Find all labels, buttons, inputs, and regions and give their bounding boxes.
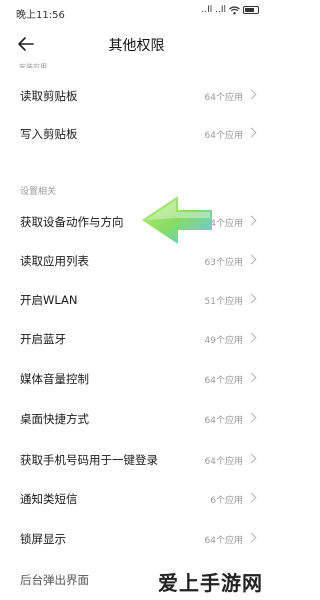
page-title: 其他权限 bbox=[108, 38, 165, 54]
list-item-lockscreen-display[interactable]: 锁屏显示 64个应用 bbox=[0, 520, 273, 558]
list-item-label: 获取手机号码用于一键登录 bbox=[20, 453, 158, 467]
signal-icon: ..Il ..Il bbox=[201, 5, 226, 15]
chevron-right-icon bbox=[246, 532, 257, 543]
list-item-count: 64个应用 bbox=[204, 536, 243, 546]
list-item-label: 开启蓝牙 bbox=[20, 332, 66, 346]
wifi-icon bbox=[229, 5, 240, 14]
list-item-notification-sms[interactable]: 通知类短信 6个应用 bbox=[0, 480, 273, 518]
list-item-label: 读取应用列表 bbox=[20, 254, 89, 268]
list-item-phone-number-login[interactable]: 获取手机号码用于一键登录 64个应用 bbox=[0, 441, 273, 479]
chevron-right-icon bbox=[246, 492, 257, 503]
status-time: 晚上11:56 bbox=[16, 10, 65, 21]
list-item-label: 写入剪贴板 bbox=[20, 127, 78, 141]
list-item-count: 64个应用 bbox=[204, 416, 243, 426]
chevron-right-icon bbox=[246, 89, 257, 100]
list-item-label: 通知类短信 bbox=[20, 492, 78, 506]
chevron-right-icon bbox=[246, 127, 257, 138]
chevron-right-icon bbox=[246, 412, 257, 423]
chevron-right-icon bbox=[246, 453, 257, 464]
list-item-label: 锁屏显示 bbox=[20, 532, 66, 546]
header: 其他权限 bbox=[0, 30, 273, 58]
list-item-device-motion[interactable]: 获取设备动作与方向 4个应用 bbox=[0, 203, 273, 241]
partial-row-label: 安装应用 bbox=[19, 63, 47, 68]
list-item-label: 读取剪贴板 bbox=[20, 89, 78, 103]
list-item-background-popup[interactable]: 后台弹出界面 bbox=[20, 572, 89, 588]
list-item-enable-wlan[interactable]: 开启WLAN 51个应用 bbox=[0, 281, 273, 319]
watermark-logo: 爱上手游网 bbox=[158, 571, 263, 595]
list-item-label: 媒体音量控制 bbox=[20, 372, 89, 386]
list-item-read-app-list[interactable]: 读取应用列表 63个应用 bbox=[0, 242, 273, 280]
section-label: 设置相关 bbox=[20, 187, 57, 197]
list-item-media-volume[interactable]: 媒体音量控制 64个应用 bbox=[0, 360, 273, 398]
status-icons: ..Il ..Il bbox=[201, 5, 259, 15]
list-item-count: 64个应用 bbox=[204, 131, 243, 141]
list-item-desktop-shortcut[interactable]: 桌面快捷方式 64个应用 bbox=[0, 400, 273, 438]
status-bar: 晚上11:56 ..Il ..Il bbox=[0, 0, 273, 22]
list-item-count: 63个应用 bbox=[204, 258, 243, 268]
list-item-write-clipboard[interactable]: 写入剪贴板 64个应用 bbox=[0, 115, 273, 153]
list-item-count: 64个应用 bbox=[204, 93, 243, 103]
chevron-right-icon bbox=[246, 372, 257, 383]
list-item-count: 49个应用 bbox=[204, 336, 243, 346]
list-item-count: 51个应用 bbox=[204, 297, 243, 307]
list-item-count: 6个应用 bbox=[210, 496, 243, 506]
chevron-right-icon bbox=[246, 254, 257, 265]
battery-icon bbox=[243, 6, 259, 14]
list-item-count: 64个应用 bbox=[204, 457, 243, 467]
chevron-right-icon bbox=[246, 215, 257, 226]
list-item-label: 开启WLAN bbox=[20, 293, 78, 307]
list-item-enable-bluetooth[interactable]: 开启蓝牙 49个应用 bbox=[0, 320, 273, 358]
list-item-count: 64个应用 bbox=[204, 376, 243, 386]
list-item-count: 4个应用 bbox=[210, 219, 243, 229]
chevron-right-icon bbox=[246, 332, 257, 343]
list-item-read-clipboard[interactable]: 读取剪贴板 64个应用 bbox=[0, 77, 273, 115]
chevron-right-icon bbox=[246, 293, 257, 304]
list-item-label: 获取设备动作与方向 bbox=[20, 215, 124, 229]
list-item-label: 桌面快捷方式 bbox=[20, 412, 89, 426]
